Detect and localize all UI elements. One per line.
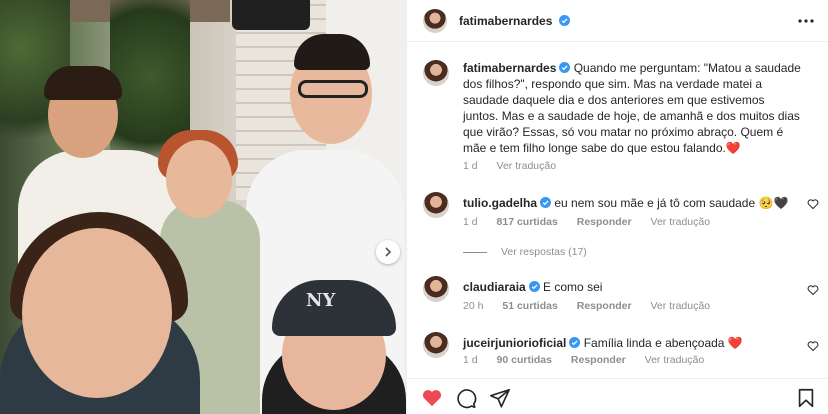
- divider: [463, 251, 487, 253]
- verified-badge-icon: [540, 197, 552, 208]
- caption-username[interactable]: fatimabernardes: [463, 61, 556, 75]
- heart-icon[interactable]: [421, 387, 443, 409]
- carousel-next-button[interactable]: [376, 240, 400, 264]
- verified-badge-icon: [558, 15, 570, 26]
- view-replies-label: Ver respostas (17): [501, 246, 587, 258]
- comment-time: 1 d: [463, 216, 478, 228]
- avatar[interactable]: [423, 9, 447, 33]
- glasses: [298, 80, 368, 98]
- chevron-right-icon: [385, 247, 392, 257]
- comment-emoji: 🥺🖤: [758, 196, 789, 210]
- cap-logo: NY: [306, 290, 336, 311]
- comment-username[interactable]: tulio.gadelha: [463, 196, 537, 210]
- comment-likes[interactable]: 51 curtidas: [502, 300, 557, 312]
- comment-meta: 1 d 817 curtidas Responder Ver tradução: [463, 216, 726, 228]
- comment-text: Família linda e abençoada: [583, 336, 725, 350]
- like-comment-heart-icon[interactable]: [807, 284, 819, 296]
- view-replies-button[interactable]: Ver respostas (17): [463, 246, 587, 258]
- comment-meta: 20 h 51 curtidas Responder Ver tradução: [463, 300, 726, 312]
- tv-screen: [232, 0, 310, 30]
- comment-time: 20 h: [463, 300, 484, 312]
- person-face: [22, 228, 172, 398]
- comment-username[interactable]: claudiaraia: [463, 280, 526, 294]
- translate-link[interactable]: Ver tradução: [497, 160, 557, 172]
- comment-username[interactable]: juceirjuniorioficial: [463, 336, 566, 350]
- caption-time: 1 d: [463, 160, 478, 172]
- verified-badge-icon: [569, 337, 581, 348]
- post-side-panel: fatimabernardes fatimabernardes Quando m…: [406, 0, 828, 414]
- person-hair: [44, 66, 122, 100]
- comment-text: E como sei: [543, 280, 603, 294]
- translate-link[interactable]: Ver tradução: [645, 354, 705, 366]
- bookmark-icon[interactable]: [795, 387, 817, 409]
- verified-badge-icon: [528, 281, 540, 292]
- reply-button[interactable]: Responder: [577, 216, 632, 228]
- comment-meta: 1 d 90 curtidas Responder Ver tradução: [463, 354, 720, 366]
- more-options-icon[interactable]: [797, 12, 815, 30]
- comment-text: eu nem sou mãe e já tô com saudade: [554, 196, 756, 210]
- caption-meta: 1 d Ver tradução: [463, 160, 572, 172]
- heart-emoji: ❤️: [727, 336, 743, 350]
- share-icon[interactable]: [489, 387, 511, 409]
- reply-button[interactable]: Responder: [577, 300, 632, 312]
- verified-badge-icon: [559, 62, 571, 73]
- like-comment-heart-icon[interactable]: [807, 198, 819, 210]
- avatar[interactable]: [423, 192, 449, 218]
- translate-link[interactable]: Ver tradução: [651, 216, 711, 228]
- translate-link[interactable]: Ver tradução: [651, 300, 711, 312]
- comment-likes[interactable]: 90 curtidas: [497, 354, 552, 366]
- comment-likes[interactable]: 817 curtidas: [497, 216, 558, 228]
- comment-icon[interactable]: [455, 387, 477, 409]
- reply-button[interactable]: Responder: [571, 354, 626, 366]
- avatar[interactable]: [423, 276, 449, 302]
- post-header: fatimabernardes: [407, 0, 828, 42]
- heart-emoji: ❤️: [725, 141, 741, 155]
- like-comment-heart-icon[interactable]: [807, 340, 819, 352]
- caption-text: Quando me perguntam: "Matou a saudade do…: [463, 61, 801, 155]
- person-face: [166, 140, 232, 218]
- post-photo[interactable]: NY: [0, 0, 406, 414]
- avatar[interactable]: [423, 60, 449, 86]
- comment-time: 1 d: [463, 354, 478, 366]
- post-action-bar: [407, 378, 828, 414]
- post-username[interactable]: fatimabernardes: [459, 14, 552, 28]
- avatar[interactable]: [423, 332, 449, 358]
